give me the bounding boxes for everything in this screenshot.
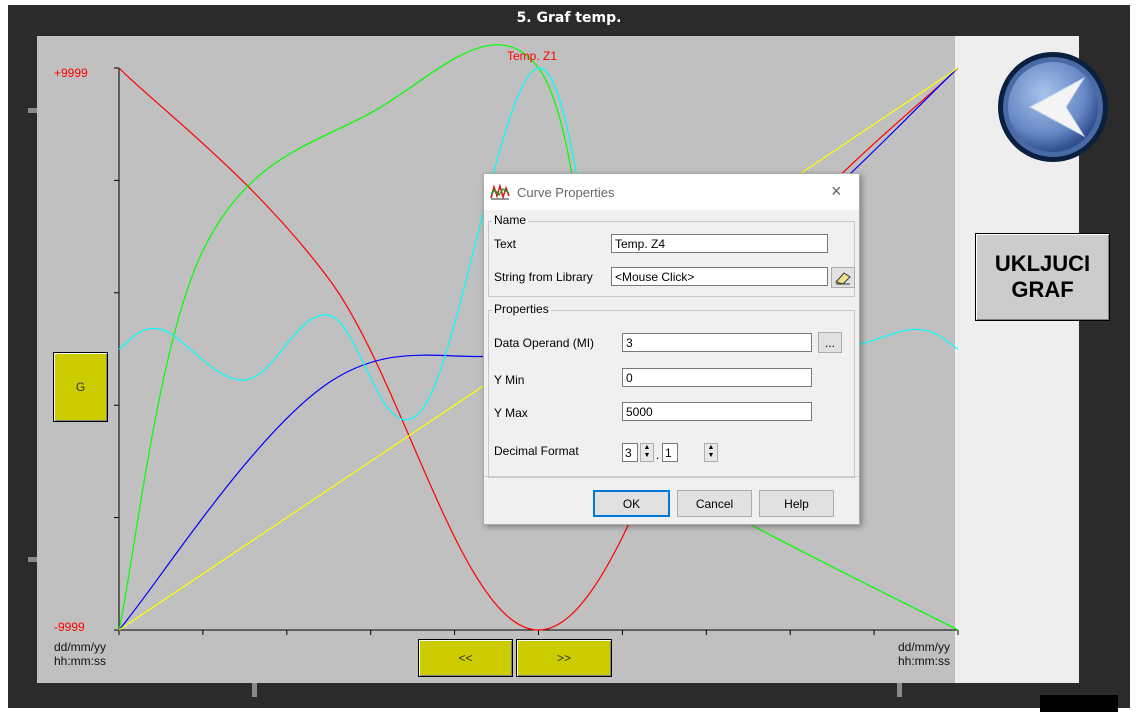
name-group-label: Name (492, 213, 529, 227)
window-title: 5. Graf temp. (516, 10, 622, 26)
decimal-frac-spinner[interactable]: ▲ ▼ (704, 443, 718, 462)
graf-button-line1: UKLJUCI (994, 251, 1091, 276)
x-start-label: dd/mm/yy hh:mm:ss (54, 640, 106, 668)
operand-label: Data Operand (MI) (494, 336, 595, 350)
eraser-button[interactable] (831, 267, 855, 288)
graf-button-line2: GRAF (1011, 277, 1074, 302)
series-label: Temp. Z1 (507, 49, 558, 63)
close-icon[interactable]: × (831, 182, 842, 200)
frame-tick (28, 557, 37, 562)
operand-input[interactable]: 3 (622, 333, 812, 352)
x-end-time: hh:mm:ss (898, 654, 951, 668)
text-label: Text (494, 237, 517, 251)
frame-tick (252, 683, 257, 697)
frame-tick (28, 108, 37, 113)
decimal-separator: . (656, 448, 660, 462)
ymin-input[interactable]: 0 (622, 368, 812, 387)
x-end-date: dd/mm/yy (898, 640, 951, 654)
back-arrow-icon (998, 52, 1108, 162)
x-start-date: dd/mm/yy (54, 640, 107, 654)
x-start-time: hh:mm:ss (54, 654, 107, 668)
x-end-label: dd/mm/yy hh:mm:ss (898, 640, 950, 668)
scroll-forward-button[interactable]: >> (516, 639, 612, 677)
status-block (1040, 695, 1118, 712)
library-input[interactable]: <Mouse Click> (611, 267, 828, 286)
ymax-label: Y Max (494, 406, 528, 420)
dialog-title: Curve Properties (517, 185, 615, 200)
ymax-input[interactable]: 5000 (622, 402, 812, 421)
eraser-icon (835, 271, 851, 285)
curve-properties-dialog: Curve Properties × Name Text Temp. Z4 St… (483, 173, 860, 525)
dialog-title-bar: Curve Properties × (484, 174, 859, 210)
y-min-label: -9999 (54, 620, 85, 634)
text-input[interactable]: Temp. Z4 (611, 234, 828, 253)
decimal-frac-input[interactable]: 1 (662, 443, 678, 462)
decimal-int-spinner[interactable]: ▲ ▼ (640, 443, 654, 462)
dialog-separator (484, 476, 859, 477)
curve-properties-icon (490, 184, 510, 200)
ukljuci-graf-button[interactable]: UKLJUCI GRAF (975, 233, 1110, 321)
ok-button[interactable]: OK (593, 490, 670, 517)
library-label: String from Library (494, 270, 593, 284)
properties-group-label: Properties (492, 302, 551, 316)
operand-browse-button[interactable]: ... (818, 332, 842, 353)
scroll-back-button[interactable]: << (418, 639, 513, 677)
g-button[interactable]: G (53, 352, 108, 422)
cancel-button[interactable]: Cancel (677, 490, 752, 517)
y-max-label: +9999 (54, 66, 88, 80)
decimal-int-input[interactable]: 3 (622, 443, 638, 462)
help-button[interactable]: Help (759, 490, 834, 517)
decimal-label: Decimal Format (494, 444, 579, 458)
frame-tick (897, 683, 902, 697)
back-button[interactable] (996, 50, 1110, 164)
ymin-label: Y Min (494, 373, 525, 387)
